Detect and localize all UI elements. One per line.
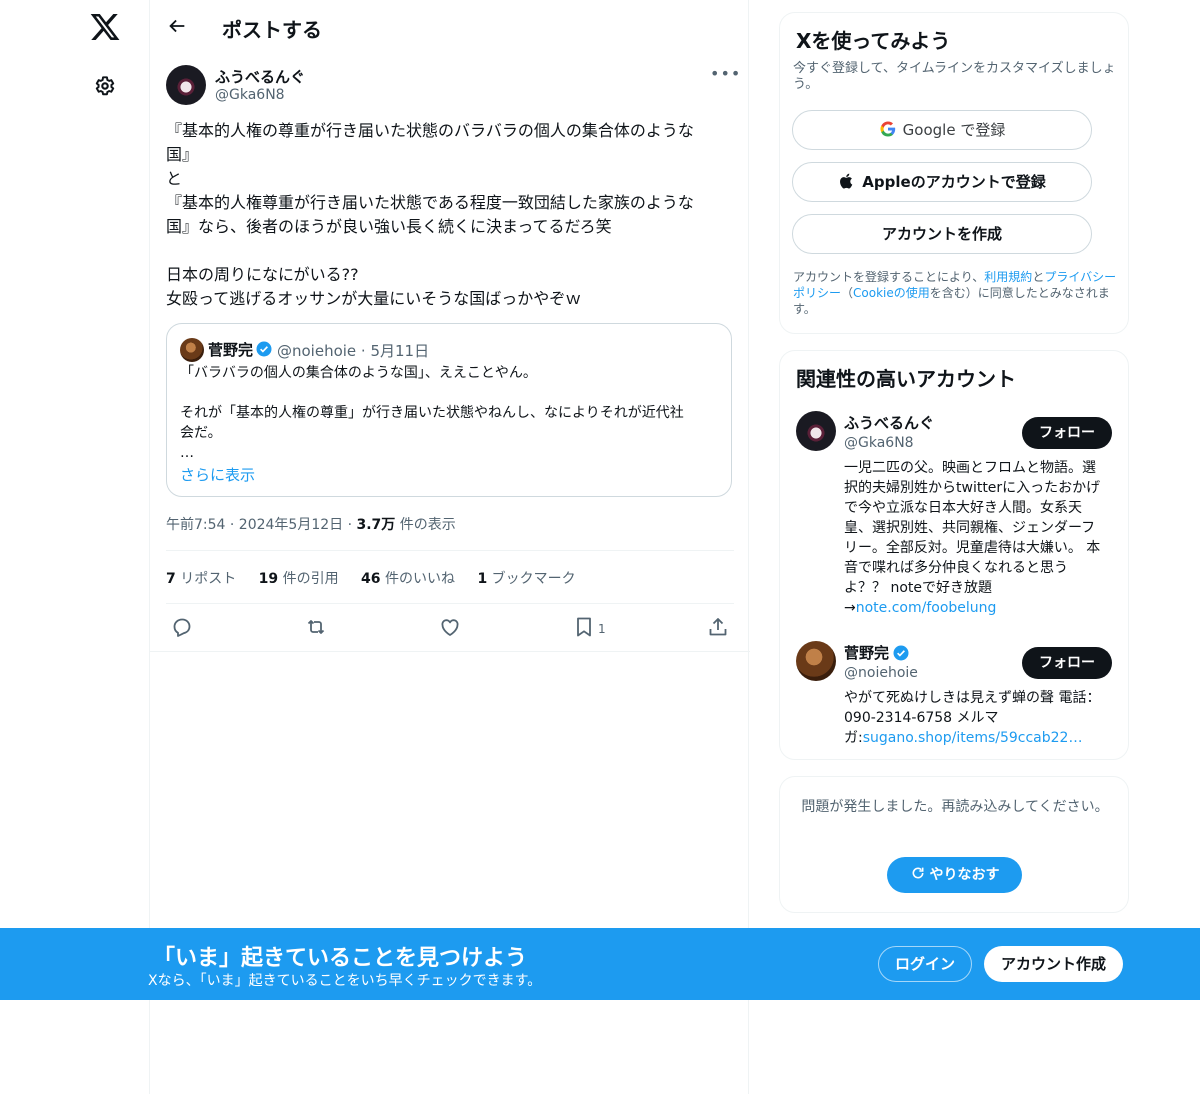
page-title: ポストする — [222, 18, 322, 42]
login-button[interactable]: ログイン — [878, 946, 972, 982]
google-signup-button[interactable]: Google で登録 — [792, 110, 1092, 150]
tweet-actions: 1 — [170, 615, 730, 641]
reposts-stat[interactable]: 7 リポスト — [166, 571, 236, 587]
like-icon[interactable] — [438, 615, 462, 639]
account-bio: 一児二匹の父。映画とフロムと物語。選択的夫婦別姓からtwitterに入ったおかげ… — [844, 460, 1101, 616]
account-handle[interactable]: @noiehoie — [844, 665, 918, 681]
share-icon[interactable] — [706, 615, 730, 639]
error-card: 問題が発生しました。再読み込みしてください。 やりなおす — [779, 776, 1129, 913]
avatar[interactable] — [796, 411, 836, 451]
author-avatar[interactable] — [166, 65, 206, 105]
bookmark-icon[interactable] — [572, 615, 596, 639]
signup-card: Xを使ってみよう 今すぐ登録して、タイムラインをカスタマイズしましょう。 Goo… — [779, 12, 1129, 334]
bookmarks-stat[interactable]: 1 ブックマーク — [477, 571, 575, 587]
follow-button[interactable]: フォロー — [1022, 417, 1112, 449]
banner-subtitle: Xなら、「いま」起きていることをいち早くチェックできます。 — [148, 973, 542, 989]
likes-stat[interactable]: 46 件のいいね — [361, 571, 455, 587]
tweet-time[interactable]: 午前7:54 · 2024年5月12日 · — [166, 517, 357, 533]
related-accounts-card: 関連性の高いアカウント ふうべるんぐ @Gka6N8 フォロー 一児二匹の父。映… — [779, 350, 1129, 760]
more-icon[interactable]: ••• — [710, 64, 740, 86]
bio-link[interactable]: sugano.shop/items/59ccab22… — [863, 730, 1083, 746]
divider — [150, 651, 750, 652]
apple-signup-button[interactable]: Appleのアカウントで登録 — [792, 162, 1092, 202]
cookie-link[interactable]: Cookieの使用 — [853, 286, 930, 300]
account-name[interactable]: 菅野完 — [844, 642, 889, 663]
signup-legal: アカウントを登録することにより、利用規約とプライバシーポリシー（Cookieの使… — [793, 270, 1117, 316]
gear-icon[interactable] — [92, 73, 118, 99]
views-label: 件の表示 — [395, 517, 456, 533]
signup-title: Xを使ってみよう — [796, 29, 951, 53]
tweet-stats: 7 リポスト 19 件の引用 46 件のいいね 1 ブックマーク — [166, 568, 594, 588]
signup-button[interactable]: アカウント作成 — [984, 946, 1123, 982]
account-name[interactable]: ふうべるんぐ — [844, 412, 934, 433]
divider — [166, 550, 734, 551]
verified-icon — [256, 341, 272, 357]
views-count: 3.7万 — [356, 517, 396, 533]
error-message: 問題が発生しました。再読み込みしてください。 — [801, 799, 1109, 815]
login-banner: 「いま」起きていることを見つけよう Xなら、「いま」起きていることをいち早くチェ… — [0, 928, 1200, 1000]
quote-avatar — [180, 338, 204, 362]
tweet-meta: 午前7:54 · 2024年5月12日 · 3.7万 件の表示 — [166, 514, 456, 534]
verified-icon — [893, 645, 909, 661]
google-icon — [880, 120, 895, 137]
author-handle[interactable]: @Gka6N8 — [215, 87, 285, 103]
refresh-icon — [912, 867, 923, 879]
repost-icon[interactable] — [304, 615, 328, 639]
quote-author-name: 菅野完 — [208, 341, 254, 359]
bio-link[interactable]: note.com/foobelung — [856, 600, 997, 616]
apple-icon — [840, 173, 853, 189]
reply-icon[interactable] — [170, 615, 194, 639]
quote-handle-date: @noiehoie · 5月11日 — [277, 342, 430, 360]
quotes-stat[interactable]: 19 件の引用 — [259, 571, 339, 587]
divider — [166, 603, 734, 604]
create-account-button[interactable]: アカウントを作成 — [792, 214, 1092, 254]
back-arrow-icon[interactable] — [166, 15, 188, 37]
retry-button[interactable]: やりなおす — [887, 857, 1022, 893]
signup-subtitle: 今すぐ登録して、タイムラインをカスタマイズしましょう。 — [793, 61, 1116, 92]
tweet-text: 『基本的人権の尊重が行き届いた状態のバラバラの個人の集合体のような 国』 と 『… — [166, 121, 694, 308]
quote-text: 「バラバラの個人の集合体のような国」、ええことやん。 それが「基本的人権の尊重」… — [180, 365, 684, 461]
bookmark-count: 1 — [598, 622, 606, 636]
page-header: ポストする — [150, 0, 750, 54]
show-more-link[interactable]: さらに表示 — [180, 464, 255, 485]
avatar[interactable] — [796, 641, 836, 681]
banner-title: 「いま」起きていることを見つけよう — [153, 946, 528, 971]
account-bio: やがて死ぬけしきは見えず蝉の聲 電話：090-2314-6758 メルマガ:su… — [844, 690, 1101, 746]
related-title: 関連性の高いアカウント — [796, 367, 1016, 391]
account-handle[interactable]: @Gka6N8 — [844, 435, 914, 451]
quoted-tweet[interactable]: 菅野完 @noiehoie · 5月11日 「バラバラの個人の集合体のような国」… — [166, 323, 732, 497]
x-logo-icon[interactable] — [89, 11, 121, 43]
follow-button[interactable]: フォロー — [1022, 647, 1112, 679]
author-name[interactable]: ふうべるんぐ — [215, 66, 305, 87]
terms-link[interactable]: 利用規約 — [984, 270, 1032, 284]
